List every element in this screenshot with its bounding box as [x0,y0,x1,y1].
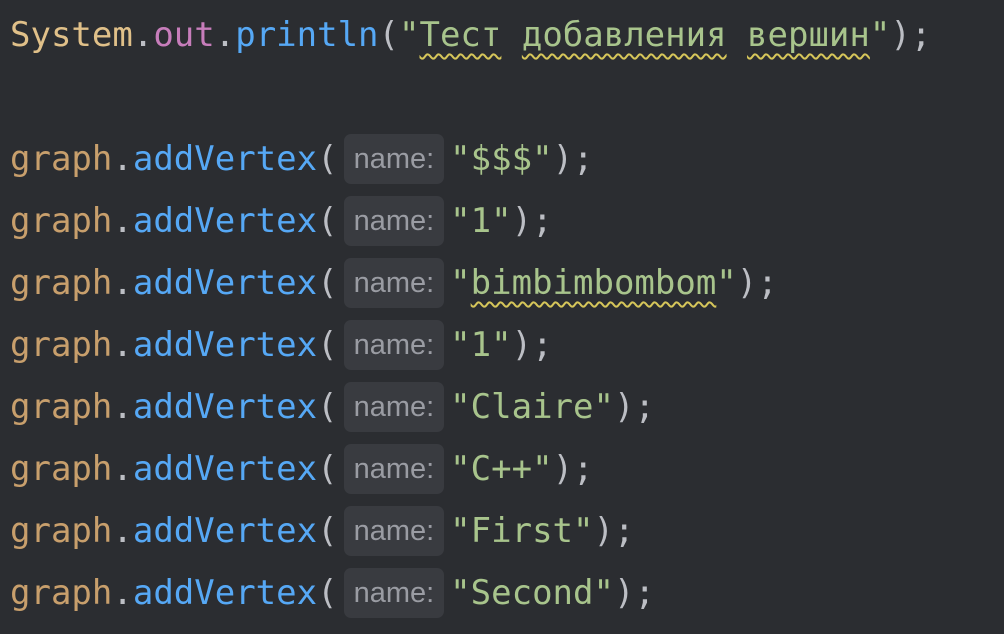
string-space [727,15,747,55]
string-quote-close: " [716,263,737,303]
string-quote-close: " [593,387,614,427]
code-line-add-vertex[interactable]: graph.addVertex(name: "C++"); [10,438,594,500]
code-line-add-vertex[interactable]: graph.addVertex(name: "Second"); [10,562,655,624]
open-paren: ( [317,325,338,365]
string-value: Second [470,573,594,613]
variable-graph: graph [10,139,113,179]
dot-operator: . [112,573,133,613]
close-paren-semicolon: ); [593,511,635,551]
method-add-vertex: addVertex [132,139,318,179]
parameter-name-hint: name: [343,568,445,618]
variable-graph: graph [10,511,113,551]
close-paren-semicolon: ); [736,263,778,303]
code-line-add-vertex[interactable]: graph.addVertex(name: "1"); [10,190,553,252]
code-line-println[interactable]: System.out.println("Тест добавления верш… [10,4,931,66]
open-paren: ( [317,201,338,241]
string-value: Claire [470,387,594,427]
parameter-name-hint: name: [343,506,445,556]
variable-graph: graph [10,449,113,489]
string-quote-close: " [869,15,891,55]
string-quote-open: " [450,573,471,613]
open-paren: ( [317,387,338,427]
code-line-add-vertex[interactable]: graph.addVertex(name: "$$$"); [10,128,594,190]
string-quote-open: " [450,139,471,179]
open-paren: ( [317,511,338,551]
string-quote-open: " [450,325,471,365]
string-value: 1 [470,325,492,365]
parameter-name-hint: name: [343,134,445,184]
close-paren-semicolon: ); [511,325,553,365]
string-quote-close: " [491,201,512,241]
method-add-vertex: addVertex [132,201,318,241]
dot-operator: . [112,325,133,365]
parameter-name-hint: name: [343,196,445,246]
dot-operator: . [112,139,133,179]
string-quote-close: " [532,139,553,179]
dot-operator: . [214,15,236,55]
parameter-name-hint: name: [343,258,445,308]
method-add-vertex: addVertex [132,573,318,613]
variable-graph: graph [10,325,113,365]
dot-operator: . [132,15,154,55]
string-value: First [470,511,574,551]
method-add-vertex: addVertex [132,263,318,303]
variable-graph: graph [10,201,113,241]
code-line-add-vertex[interactable]: graph.addVertex(name: "1"); [10,314,553,376]
field-out: out [153,15,215,55]
string-quote-close: " [593,573,614,613]
close-paren-semicolon: ); [511,201,553,241]
string-value: C++ [470,449,533,489]
close-paren-semicolon: ); [552,449,594,489]
variable-graph: graph [10,387,113,427]
string-word-typo: вершин [747,15,870,55]
string-quote-close: " [573,511,594,551]
string-quote-open: " [450,449,471,489]
code-editor[interactable]: System.out.println("Тест добавления верш… [0,0,1004,634]
string-quote-open: " [450,511,471,551]
method-add-vertex: addVertex [132,325,318,365]
method-println: println [235,15,379,55]
string-value: $$$ [470,139,533,179]
dot-operator: . [112,387,133,427]
string-word-typo: Тест [419,15,502,55]
string-value: 1 [470,201,492,241]
variable-graph: graph [10,263,113,303]
class-name-system: System [10,15,133,55]
code-line-add-vertex[interactable]: graph.addVertex(name: "bimbimbombom"); [10,252,778,314]
close-paren-semicolon: ); [613,387,655,427]
string-quote-close: " [532,449,553,489]
open-paren: ( [317,573,338,613]
open-paren: ( [317,139,338,179]
string-quote-open: " [450,387,471,427]
string-space [501,15,521,55]
code-line-add-vertex[interactable]: graph.addVertex(name: "First"); [10,500,634,562]
string-quote-open: " [399,15,420,55]
string-quote-close: " [491,325,512,365]
dot-operator: . [112,263,133,303]
close-paren-semicolon: ); [890,15,932,55]
code-line-add-vertex[interactable]: graph.addVertex(name: "Claire"); [10,376,655,438]
string-word-typo: добавления [521,15,727,55]
string-quote-open: " [450,263,471,303]
parameter-name-hint: name: [343,320,445,370]
string-value-typo: bimbimbombom [470,263,717,303]
parameter-name-hint: name: [343,382,445,432]
method-add-vertex: addVertex [132,387,318,427]
parameter-name-hint: name: [343,444,445,494]
dot-operator: . [112,201,133,241]
close-paren-semicolon: ); [552,139,594,179]
dot-operator: . [112,449,133,489]
method-add-vertex: addVertex [132,449,318,489]
string-quote-open: " [450,201,471,241]
open-paren: ( [317,263,338,303]
dot-operator: . [112,511,133,551]
close-paren-semicolon: ); [613,573,655,613]
variable-graph: graph [10,573,113,613]
open-paren: ( [378,15,399,55]
open-paren: ( [317,449,338,489]
method-add-vertex: addVertex [132,511,318,551]
